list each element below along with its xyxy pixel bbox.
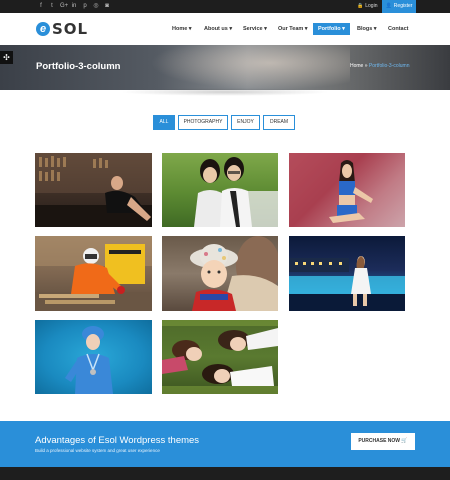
portfolio-image — [35, 236, 152, 311]
portfolio-item[interactable] — [162, 153, 278, 227]
portfolio-item[interactable] — [35, 153, 152, 227]
nav-contact[interactable]: Contact — [388, 23, 408, 35]
purchase-now-button[interactable]: PURCHASE NOW 🛒 — [351, 433, 415, 450]
nav-service[interactable]: Service ▾ — [243, 23, 267, 35]
breadcrumb-home[interactable]: Home — [350, 63, 363, 69]
portfolio-image — [190, 236, 278, 311]
linkedin-icon[interactable]: in — [71, 2, 77, 10]
cta-subtitle: Build a professional website system and … — [35, 448, 160, 453]
breadcrumb: Home » Portfolio-3-column — [350, 63, 409, 69]
instagram-icon[interactable]: ◙ — [104, 2, 110, 10]
banner-shadow — [120, 88, 330, 96]
nav-home[interactable]: Home ▾ — [172, 23, 192, 35]
facebook-icon[interactable]: f — [38, 2, 44, 10]
social-links: f t G+ in p ◎ ◙ — [38, 2, 110, 10]
site-header: e SOL Home ▾ About us ▾ Service ▾ Our Te… — [0, 13, 450, 45]
user-icon: 👤 — [385, 3, 392, 9]
footer-bar — [0, 467, 450, 480]
register-button[interactable]: 👤 Register — [382, 0, 416, 13]
login-label: Login — [365, 3, 378, 9]
expand-icon[interactable]: ✣ — [0, 51, 13, 64]
portfolio-image — [162, 320, 278, 394]
portfolio-item[interactable] — [35, 320, 152, 394]
portfolio-image — [65, 326, 113, 394]
nav-portfolio[interactable]: Portfolio ▾ — [313, 23, 350, 35]
filter-photography[interactable]: PHOTOGRAPHY — [178, 115, 228, 130]
breadcrumb-current: Portfolio-3-column — [368, 63, 410, 69]
portfolio-filters: ALL PHOTOGRAPHY ENJOY DREAM — [0, 115, 450, 130]
cta-title: Advantages of Esol Wordpress themes — [35, 435, 200, 446]
nav-blogs[interactable]: Blogs ▾ — [357, 23, 377, 35]
login-link[interactable]: 🔒 Login — [357, 0, 377, 13]
google-plus-icon[interactable]: G+ — [60, 2, 68, 10]
portfolio-item[interactable] — [35, 236, 152, 311]
filter-enjoy[interactable]: ENJOY — [231, 115, 260, 130]
portfolio-image — [289, 153, 405, 227]
filter-dream[interactable]: DREAM — [263, 115, 295, 130]
portfolio-image — [194, 157, 278, 227]
lock-icon: 🔒 — [357, 3, 364, 9]
portfolio-item[interactable] — [162, 320, 278, 394]
portfolio-item[interactable] — [289, 236, 405, 311]
portfolio-item[interactable] — [162, 236, 278, 311]
register-label: Register — [393, 3, 413, 9]
portfolio-item[interactable] — [289, 153, 405, 227]
pinterest-icon[interactable]: p — [82, 2, 88, 10]
nav-about-us[interactable]: About us ▾ — [204, 23, 232, 35]
portfolio-image — [289, 256, 405, 311]
top-bar: f t G+ in p ◎ ◙ 🔒 Login 👤 Register — [0, 0, 450, 13]
filter-all[interactable]: ALL — [153, 115, 175, 130]
portfolio-image — [35, 153, 152, 227]
dribbble-icon[interactable]: ◎ — [93, 2, 99, 10]
nav-our-team[interactable]: Our Team ▾ — [278, 23, 308, 35]
main-nav: Home ▾ About us ▾ Service ▾ Our Team ▾ P… — [0, 23, 450, 35]
page-title: Portfolio-3-column — [36, 61, 121, 72]
twitter-icon[interactable]: t — [49, 2, 55, 10]
